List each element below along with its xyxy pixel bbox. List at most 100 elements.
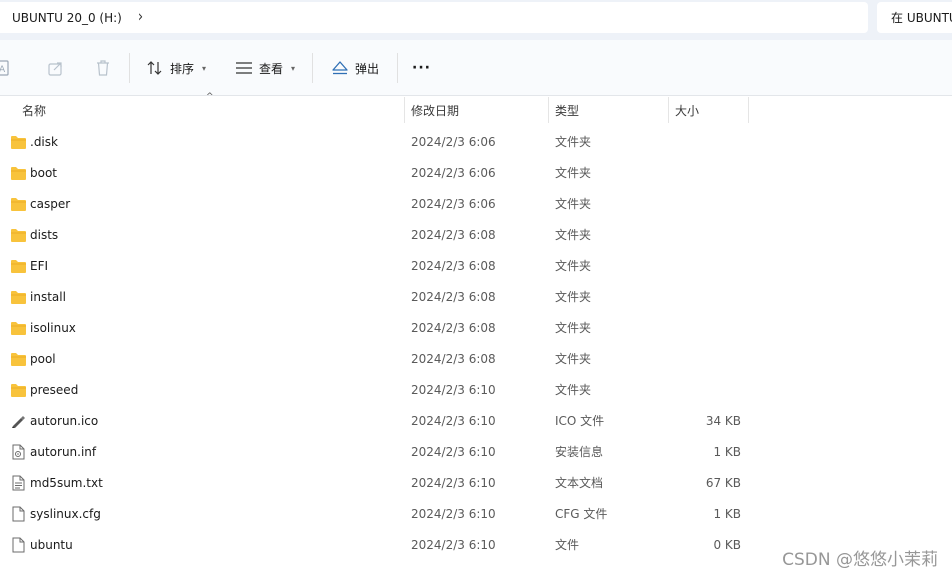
- share-icon[interactable]: [46, 58, 66, 78]
- file-name: EFI: [30, 259, 49, 273]
- file-type: 文件: [555, 538, 580, 552]
- column-header-modified[interactable]: 修改日期: [411, 97, 547, 123]
- file-name: dists: [30, 228, 59, 242]
- file-type: 文件夹: [555, 352, 592, 366]
- file-name: autorun.inf: [30, 445, 97, 459]
- toolbar-divider: [129, 53, 130, 83]
- breadcrumb-drive[interactable]: UBUNTU 20_0 (H:): [12, 11, 122, 25]
- folder-icon: [10, 134, 27, 150]
- text-file-icon: [10, 475, 27, 491]
- file-type: 文件夹: [555, 228, 592, 242]
- column-header-type[interactable]: 类型: [555, 97, 665, 123]
- file-icon: [10, 506, 27, 522]
- file-row[interactable]: autorun.inf 2024/2/3 6:10 安装信息 1 KB: [0, 437, 952, 468]
- sort-label: 排序: [170, 61, 195, 76]
- file-type: 文件夹: [555, 197, 592, 211]
- file-row[interactable]: .disk 2024/2/3 6:06 文件夹: [0, 127, 952, 158]
- column-header-name[interactable]: 名称: [22, 97, 402, 123]
- chevron-down-icon: ▾: [291, 63, 296, 73]
- file-row[interactable]: isolinux 2024/2/3 6:08 文件夹: [0, 313, 952, 344]
- command-bar: A 排序 ▾ 查看 ▾ 弹出 ···: [0, 40, 952, 96]
- file-name: ubuntu: [30, 538, 73, 552]
- folder-icon: [10, 196, 27, 212]
- file-type: 文件夹: [555, 259, 592, 273]
- file-name: syslinux.cfg: [30, 507, 101, 521]
- ico-file-icon: [10, 413, 27, 429]
- column-divider[interactable]: [548, 97, 549, 123]
- file-icon: [10, 537, 27, 553]
- view-label: 查看: [259, 61, 284, 76]
- top-bar: UBUNTU 20_0 (H:) › 在 UBUNTU: [0, 0, 952, 40]
- file-date: 2024/2/3 6:10: [411, 445, 496, 459]
- file-date: 2024/2/3 6:08: [411, 290, 496, 304]
- folder-icon: [10, 351, 27, 367]
- toolbar-divider: [397, 53, 398, 83]
- file-name: preseed: [30, 383, 79, 397]
- file-row[interactable]: preseed 2024/2/3 6:10 文件夹: [0, 375, 952, 406]
- delete-icon[interactable]: [93, 58, 113, 78]
- file-row[interactable]: syslinux.cfg 2024/2/3 6:10 CFG 文件 1 KB: [0, 499, 952, 530]
- more-icon: ···: [412, 60, 431, 76]
- file-name: install: [30, 290, 66, 304]
- search-box[interactable]: 在 UBUNTU: [877, 2, 952, 33]
- file-size: 67 KB: [705, 476, 741, 490]
- file-date: 2024/2/3 6:10: [411, 476, 496, 490]
- search-placeholder: 在 UBUNTU: [891, 11, 952, 25]
- file-list: .disk 2024/2/3 6:06 文件夹 boot 2024/2/3 6:…: [0, 127, 952, 561]
- svg-text:A: A: [0, 65, 6, 75]
- column-header-size[interactable]: 大小: [675, 97, 747, 123]
- file-size: 0 KB: [713, 538, 741, 552]
- column-divider[interactable]: [748, 97, 749, 123]
- file-size: 1 KB: [713, 507, 741, 521]
- sort-button[interactable]: 排序 ▾: [146, 54, 206, 82]
- file-row[interactable]: dists 2024/2/3 6:08 文件夹: [0, 220, 952, 251]
- file-type: 文件夹: [555, 166, 592, 180]
- file-type: ICO 文件: [555, 414, 605, 428]
- file-row[interactable]: casper 2024/2/3 6:06 文件夹: [0, 189, 952, 220]
- file-row[interactable]: EFI 2024/2/3 6:08 文件夹: [0, 251, 952, 282]
- file-type: 文件夹: [555, 383, 592, 397]
- file-row[interactable]: autorun.ico 2024/2/3 6:10 ICO 文件 34 KB: [0, 406, 952, 437]
- eject-label: 弹出: [355, 61, 380, 76]
- view-button[interactable]: 查看 ▾: [235, 54, 295, 82]
- eject-icon: [332, 61, 348, 75]
- breadcrumb-chevron-icon[interactable]: ›: [138, 9, 143, 27]
- more-options-button[interactable]: ···: [412, 54, 431, 82]
- column-divider[interactable]: [404, 97, 405, 123]
- view-icon: [236, 62, 252, 74]
- file-size: 1 KB: [713, 445, 741, 459]
- file-name: pool: [30, 352, 56, 366]
- folder-icon: [10, 258, 27, 274]
- file-date: 2024/2/3 6:06: [411, 166, 496, 180]
- file-size: 34 KB: [705, 414, 741, 428]
- file-name: .disk: [30, 135, 58, 149]
- inf-file-icon: [10, 444, 27, 460]
- file-date: 2024/2/3 6:08: [411, 228, 496, 242]
- file-date: 2024/2/3 6:08: [411, 352, 496, 366]
- file-type: 文件夹: [555, 290, 592, 304]
- file-row[interactable]: md5sum.txt 2024/2/3 6:10 文本文档 67 KB: [0, 468, 952, 499]
- rename-icon[interactable]: A: [0, 58, 14, 78]
- file-type: 文件夹: [555, 135, 592, 149]
- file-name: casper: [30, 197, 71, 211]
- folder-icon: [10, 227, 27, 243]
- file-name: boot: [30, 166, 58, 180]
- file-date: 2024/2/3 6:08: [411, 259, 496, 273]
- file-date: 2024/2/3 6:06: [411, 197, 496, 211]
- file-type: CFG 文件: [555, 507, 608, 521]
- file-type: 文件夹: [555, 321, 592, 335]
- folder-icon: [10, 289, 27, 305]
- file-name: autorun.ico: [30, 414, 99, 428]
- column-divider[interactable]: [668, 97, 669, 123]
- file-row[interactable]: install 2024/2/3 6:08 文件夹: [0, 282, 952, 313]
- file-date: 2024/2/3 6:10: [411, 414, 496, 428]
- sort-icon: [147, 61, 162, 75]
- folder-icon: [10, 320, 27, 336]
- eject-button[interactable]: 弹出: [331, 54, 379, 82]
- file-date: 2024/2/3 6:10: [411, 507, 496, 521]
- address-bar[interactable]: UBUNTU 20_0 (H:) ›: [0, 2, 868, 33]
- file-row[interactable]: boot 2024/2/3 6:06 文件夹: [0, 158, 952, 189]
- file-name: isolinux: [30, 321, 76, 335]
- file-row[interactable]: pool 2024/2/3 6:08 文件夹: [0, 344, 952, 375]
- file-type: 安装信息: [555, 445, 604, 459]
